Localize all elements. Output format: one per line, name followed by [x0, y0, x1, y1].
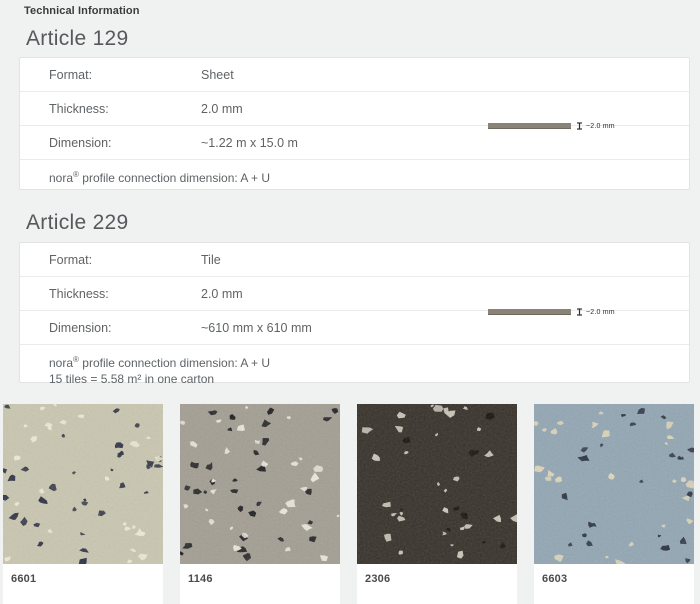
- swatch-card-6601[interactable]: 6601: [3, 404, 163, 604]
- swatch-code: 1146: [180, 564, 340, 585]
- profile-cross-section-bar: [488, 123, 571, 129]
- table-row-format: Format: Tile: [20, 243, 689, 277]
- swatch-card-6603[interactable]: 6603: [534, 404, 694, 604]
- color-swatch-row: 6601 1146 2306 6603: [3, 404, 694, 604]
- thickness-profile-diagram: ~2.0 mm: [488, 120, 615, 132]
- swatch-card-2306[interactable]: 2306: [357, 404, 517, 604]
- swatch-image[interactable]: [357, 404, 517, 564]
- row-value: Sheet: [201, 68, 234, 82]
- profile-thickness-label: ~2.0 mm: [586, 309, 615, 316]
- row-label: Dimension:: [49, 321, 112, 335]
- table-row-format: Format: Sheet: [20, 58, 689, 92]
- profile-cross-section-bar: [488, 309, 571, 315]
- measure-ibeam-icon: [576, 308, 583, 316]
- row-label: Thickness:: [49, 102, 109, 116]
- profile-thickness-label: ~2.0 mm: [586, 123, 615, 130]
- row-label: Thickness:: [49, 287, 109, 301]
- swatch-code: 6601: [3, 564, 163, 585]
- article-229-heading: Article 229: [26, 211, 129, 235]
- page-title: Technical Information: [24, 5, 140, 17]
- row-value: ~610 mm x 610 mm: [201, 321, 312, 335]
- footnote-line: nora® profile connection dimension: A + …: [49, 167, 660, 186]
- article-129-heading: Article 129: [26, 27, 129, 51]
- swatch-card-1146[interactable]: 1146: [180, 404, 340, 604]
- swatch-image[interactable]: [534, 404, 694, 564]
- row-value: ~1.22 m x 15.0 m: [201, 136, 298, 150]
- swatch-code: 2306: [357, 564, 517, 585]
- row-value: Tile: [201, 253, 221, 267]
- row-label: Dimension:: [49, 136, 112, 150]
- footnote-line: 15 tiles = 5.58 m² in one carton: [49, 371, 660, 387]
- table-footnote: nora® profile connection dimension: A + …: [20, 345, 689, 387]
- thickness-profile-diagram: ~2.0 mm: [488, 306, 615, 318]
- row-value: 2.0 mm: [201, 102, 243, 116]
- article-229-spec-card: Format: Tile Thickness: 2.0 mm Dimension…: [19, 242, 690, 383]
- footnote-line: nora® profile connection dimension: A + …: [49, 352, 660, 371]
- swatch-code: 6603: [534, 564, 694, 585]
- swatch-image[interactable]: [180, 404, 340, 564]
- swatch-image[interactable]: [3, 404, 163, 564]
- row-label: Format:: [49, 68, 92, 82]
- article-129-spec-card: Format: Sheet Thickness: 2.0 mm Dimensio…: [19, 57, 690, 190]
- technical-information-page: Technical Information Article 129 Format…: [0, 0, 700, 594]
- measure-ibeam-icon: [576, 122, 583, 130]
- row-label: Format:: [49, 253, 92, 267]
- table-footnote: nora® profile connection dimension: A + …: [20, 160, 689, 186]
- row-value: 2.0 mm: [201, 287, 243, 301]
